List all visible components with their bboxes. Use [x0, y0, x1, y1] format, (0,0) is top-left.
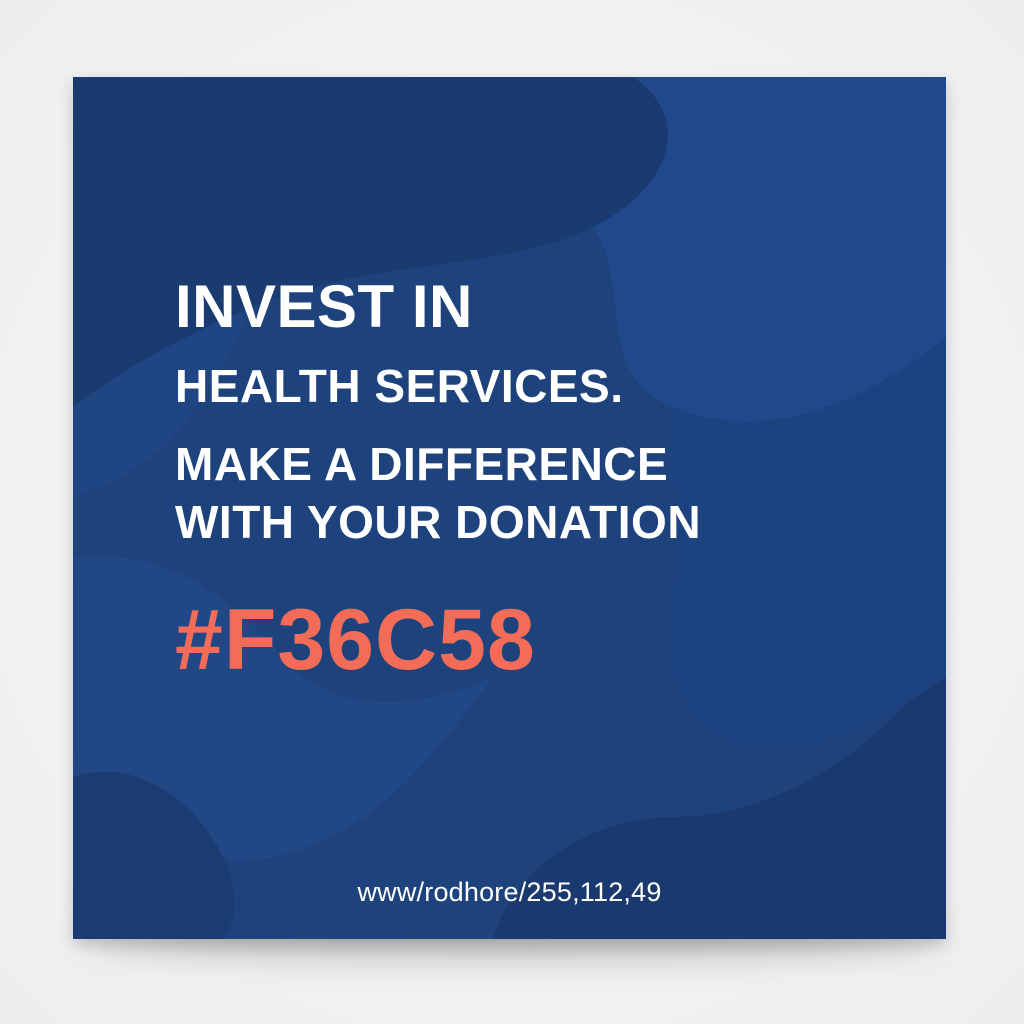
- donation-poster: INVEST IN HEALTH SERVICES. MAKE A DIFFER…: [73, 77, 946, 939]
- headline-block: INVEST IN HEALTH SERVICES. MAKE A DIFFER…: [175, 273, 915, 688]
- hex-code-text: #F36C58: [175, 592, 536, 688]
- page-background: INVEST IN HEALTH SERVICES. MAKE A DIFFER…: [0, 0, 1024, 1024]
- headline-line-1: INVEST IN: [175, 273, 473, 340]
- headline-line-3: MAKE A DIFFERENCE: [175, 438, 669, 490]
- url-text: www/rodhore/255,112,49: [357, 877, 662, 907]
- headline-line-4: WITH YOUR DONATION: [175, 496, 702, 548]
- headline-line-2: HEALTH SERVICES.: [175, 360, 624, 412]
